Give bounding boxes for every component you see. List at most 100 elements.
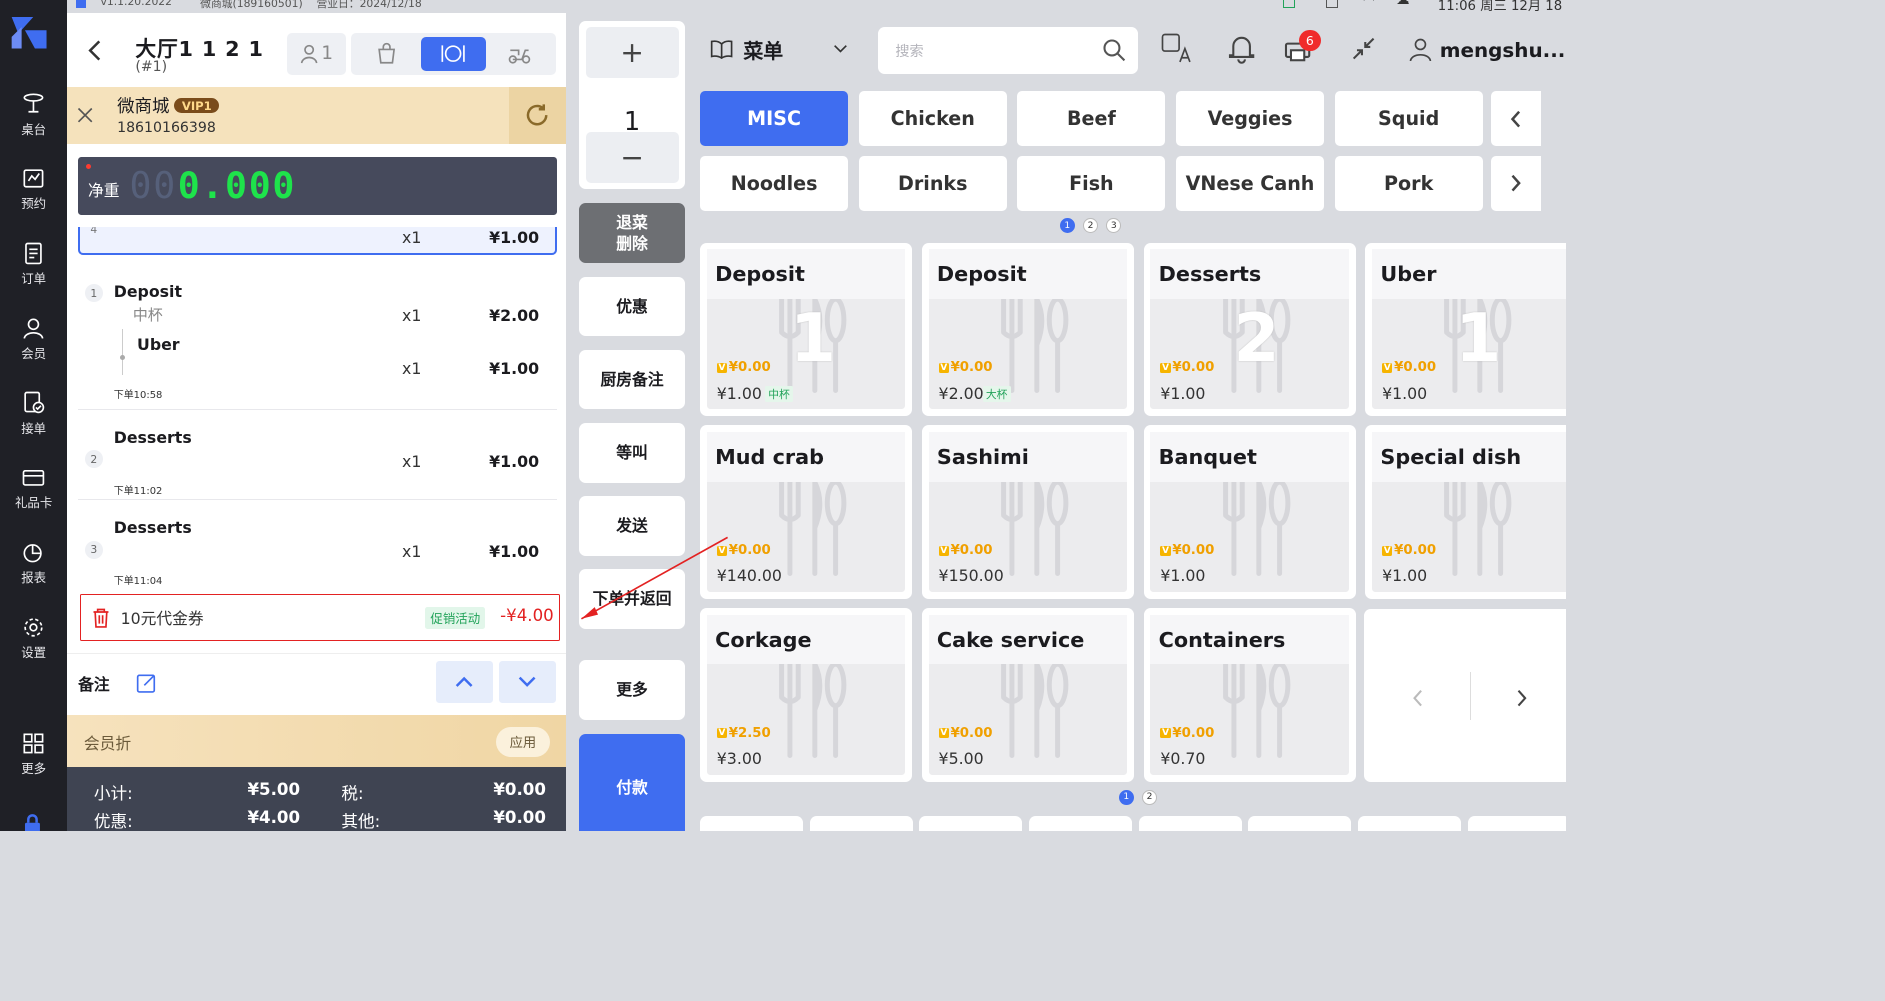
dish-card[interactable]: Banquet V ¥0.00 ¥1.00 <box>1143 425 1356 599</box>
more-button[interactable]: 更多 <box>578 660 686 721</box>
category-pork[interactable]: Pork <box>1334 156 1483 211</box>
sidebar-item-settings[interactable]: 设置 <box>0 615 67 661</box>
dish-card[interactable]: Sashimi V ¥0.00 ¥150.00 <box>921 425 1134 599</box>
category-veggies[interactable]: Veggies <box>1176 91 1324 147</box>
category-noodles[interactable]: Noodles <box>700 156 849 211</box>
category-squid[interactable]: Squid <box>1334 91 1483 147</box>
order-item[interactable]: 1 Deposit 中杯 x1 ¥2.00 Uber x1 ¥1.00 下单10… <box>78 267 557 401</box>
category-beef[interactable]: Beef <box>1017 91 1166 147</box>
chevron-up-icon <box>455 676 473 688</box>
dish-card-partial[interactable] <box>1467 816 1566 832</box>
back-arrow-icon[interactable] <box>86 38 104 63</box>
page-dot[interactable]: 3 <box>1106 218 1122 234</box>
send-button[interactable]: 发送 <box>578 495 686 556</box>
pay-button[interactable]: 付款 <box>578 734 686 832</box>
order-and-return-button[interactable]: 下单并返回 <box>578 568 686 629</box>
category-fish[interactable]: Fish <box>1017 156 1166 211</box>
page-dot[interactable]: 1 <box>1118 789 1134 805</box>
apply-discount-button[interactable]: 应用 <box>495 726 550 757</box>
search-box[interactable]: 搜索 <box>877 27 1138 74</box>
dish-card-partial[interactable] <box>1248 816 1352 832</box>
sidebar-item-reservations[interactable]: 预约 <box>0 166 67 212</box>
dish-card[interactable]: Deposit V ¥0.00 ¥2.00 大杯 <box>921 242 1134 417</box>
kitchen-note-button[interactable]: 厨房备注 <box>578 349 686 410</box>
sidebar-item-more[interactable]: 更多 <box>0 731 67 777</box>
translate-icon[interactable] <box>1160 32 1193 65</box>
coupon-row[interactable]: 10元代金券 促销活动 -¥4.00 <box>79 593 560 642</box>
accept-order-icon <box>24 392 45 414</box>
order-item[interactable]: 3 Desserts x1 ¥1.00 下单11:04 <box>78 507 557 590</box>
server-icon <box>1326 0 1339 9</box>
category-next-button[interactable] <box>1490 156 1541 211</box>
vip-price-icon: V <box>1160 728 1171 739</box>
search-icon[interactable] <box>1102 38 1127 63</box>
category-misc[interactable]: MISC <box>700 91 849 147</box>
hold-button[interactable]: 等叫 <box>578 422 686 483</box>
sidebar-item-reports[interactable]: 报表 <box>0 540 67 586</box>
category-prev-button[interactable] <box>1490 91 1541 147</box>
mode-dine-in-button[interactable] <box>421 36 486 72</box>
dish-card-partial[interactable] <box>700 816 804 832</box>
remove-member-button[interactable] <box>67 87 104 143</box>
member-discount-label: 会员折 <box>83 733 132 753</box>
utensils-icon <box>1222 479 1290 576</box>
minimize-icon[interactable] <box>1347 32 1380 65</box>
dish-card[interactable]: Mud crab V ¥0.00 ¥140.00 <box>700 425 912 599</box>
vip-badge: VIP1 <box>174 97 220 114</box>
trash-icon[interactable] <box>91 607 111 629</box>
category-drinks[interactable]: Drinks <box>858 156 1007 211</box>
dish-card[interactable]: 2 Desserts V ¥0.00 ¥1.00 <box>1143 242 1356 417</box>
dish-card-partial[interactable] <box>809 816 913 832</box>
wifi-icon: ◠ <box>1363 0 1375 9</box>
sidebar-item-members[interactable]: 会员 <box>0 316 67 362</box>
page-dot[interactable]: 2 <box>1142 789 1157 805</box>
increase-button[interactable]: + <box>585 27 679 79</box>
category-chicken[interactable]: Chicken <box>858 91 1007 147</box>
menu-selector[interactable]: 菜单 <box>710 35 848 64</box>
promo-button[interactable]: 优惠 <box>578 276 686 337</box>
order-mode-group <box>351 33 556 75</box>
user-menu[interactable]: mengshu... <box>1408 37 1565 61</box>
chevron-left-icon[interactable] <box>1412 689 1424 707</box>
dish-price: ¥1.00 <box>716 383 762 403</box>
sidebar-item-giftcard[interactable]: 礼品卡 <box>0 465 67 511</box>
dish-image: Sashimi V ¥0.00 ¥150.00 <box>928 431 1128 593</box>
lock-icon[interactable] <box>20 812 45 832</box>
vip-price-icon: V <box>716 362 728 373</box>
dish-card[interactable]: Cake service V ¥0.00 ¥5.00 <box>921 607 1134 782</box>
dish-image: Cake service V ¥0.00 ¥5.00 <box>928 614 1128 775</box>
order-item-selected[interactable]: 4 x1 ¥1.00 <box>78 226 558 255</box>
edit-icon[interactable] <box>136 672 158 694</box>
bell-icon[interactable] <box>1225 32 1258 65</box>
refresh-member-button[interactable] <box>509 87 566 144</box>
dish-card-partial[interactable] <box>919 816 1023 832</box>
dish-card[interactable]: 1 Deposit V ¥0.00 ¥1.00 中杯 <box>700 242 912 417</box>
return-delete-button[interactable]: 退菜 删除 <box>578 203 686 264</box>
decrease-button[interactable]: − <box>585 132 679 183</box>
search-input[interactable]: 搜索 <box>895 41 923 61</box>
plate-icon <box>441 45 466 63</box>
sidebar-item-accept[interactable]: 接单 <box>0 390 67 436</box>
sidebar-item-orders[interactable]: 订单 <box>0 241 67 287</box>
dish-card[interactable]: 1 Uber V ¥0.00 ¥1.00 <box>1365 242 1566 417</box>
dish-card[interactable]: Containers V ¥0.00 ¥0.70 <box>1143 607 1356 782</box>
dish-card-partial[interactable] <box>1029 816 1133 832</box>
dish-card-partial[interactable] <box>1358 816 1461 832</box>
item-number: 1 <box>84 284 103 303</box>
scroll-up-button[interactable] <box>436 661 493 703</box>
chevron-right-icon[interactable] <box>1516 689 1528 707</box>
dish-card[interactable]: Corkage V ¥2.50 ¥3.00 <box>700 607 912 782</box>
mode-delivery-button[interactable] <box>488 37 553 72</box>
guest-count-button[interactable]: 1 <box>286 33 347 75</box>
page-dot[interactable]: 2 <box>1083 218 1098 234</box>
category-vnese-canh[interactable]: VNese Canh <box>1176 156 1324 211</box>
chevron-down-icon <box>519 677 536 688</box>
scroll-down-button[interactable] <box>499 661 556 703</box>
order-item[interactable]: 2 Desserts x1 ¥1.00 下单11:02 <box>78 416 557 499</box>
page-dot[interactable]: 1 <box>1059 218 1075 234</box>
dish-card[interactable]: Special dish V ¥0.00 ¥1.00 <box>1365 425 1566 599</box>
dish-card-partial[interactable] <box>1138 816 1242 832</box>
refresh-icon <box>527 104 548 126</box>
mode-takeout-button[interactable] <box>355 37 420 72</box>
sidebar-item-tables[interactable]: 桌台 <box>0 91 67 137</box>
